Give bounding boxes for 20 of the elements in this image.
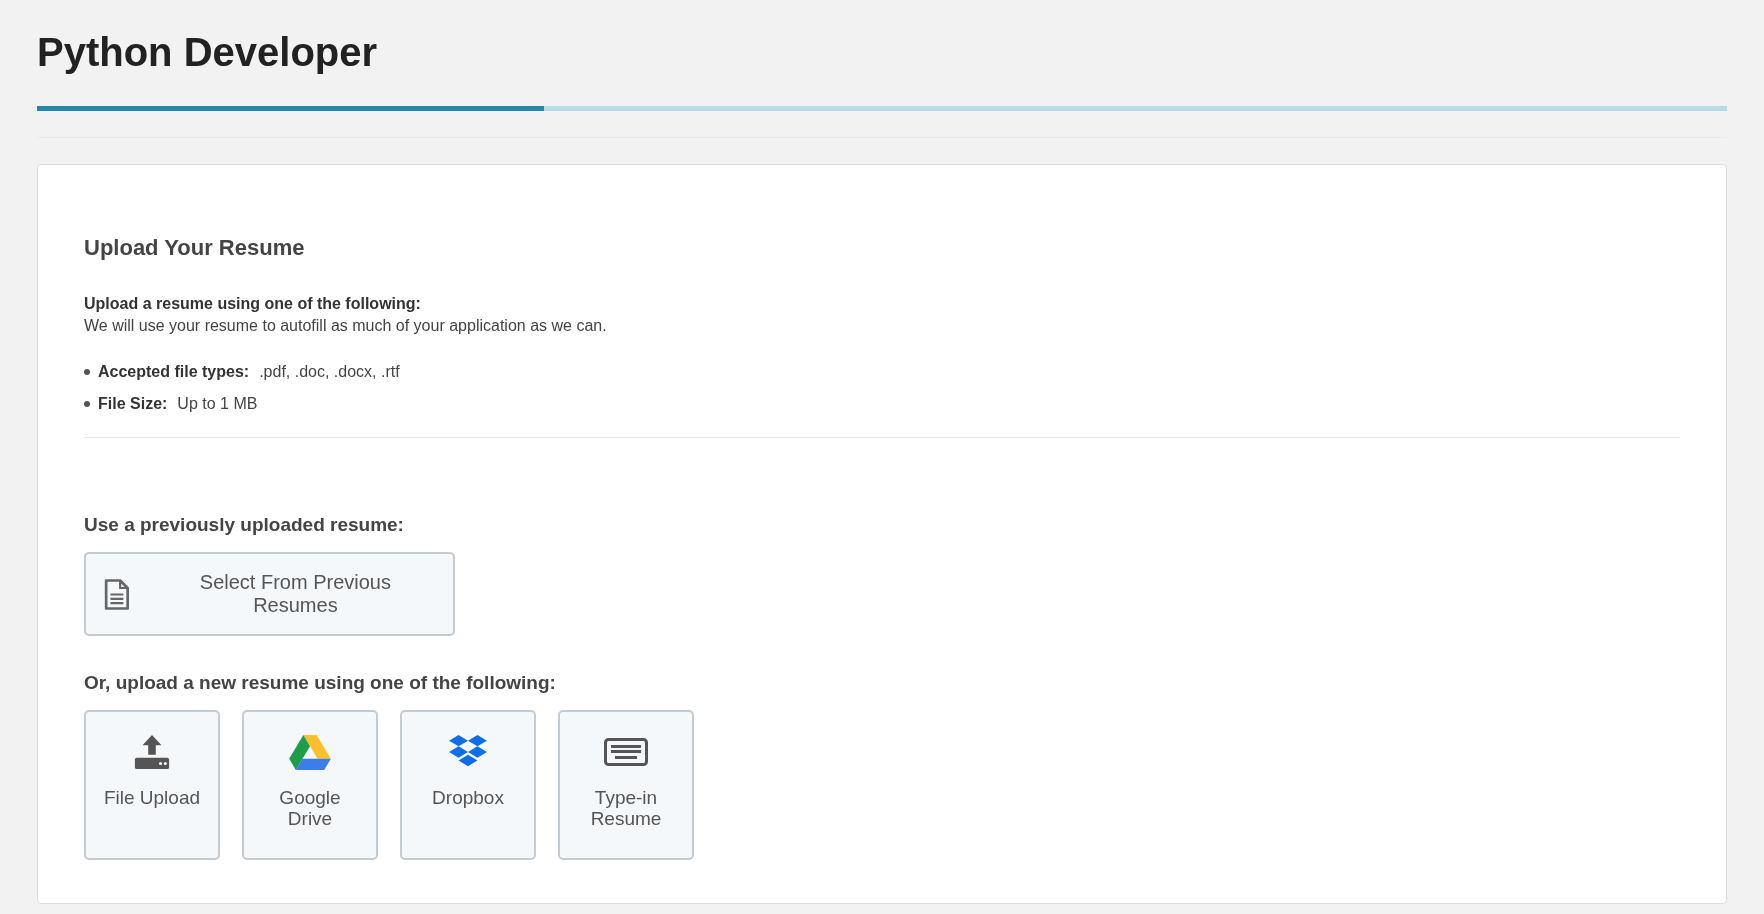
section-label: Or, upload a new resume using one of the following:	[84, 672, 557, 694]
bullet-icon	[84, 369, 90, 375]
upload-option-button[interactable]: Type-in Resume	[558, 710, 694, 860]
intro-title: Upload a resume using one of the following:	[84, 295, 422, 313]
section-heading: Upload Your Resume	[84, 235, 306, 261]
upload-option-button[interactable]: Google Drive	[242, 710, 378, 860]
requirement-value: Up to 1 MB	[177, 395, 258, 413]
select-previous-button[interactable]: Select From Previous Resumes	[84, 552, 455, 636]
upload-option-button[interactable]: Dropbox	[400, 710, 536, 860]
drive-icon	[289, 734, 331, 770]
requirement-label: Accepted file types:	[98, 363, 250, 381]
page-title: Python Developer	[37, 30, 379, 76]
document-icon	[104, 577, 130, 611]
intro-text: We will use your resume to autofill as much of your application as we can.	[84, 317, 608, 335]
bullet-icon	[84, 401, 90, 407]
upload-icon	[133, 734, 171, 770]
section-label: Use a previously uploaded resume:	[84, 514, 405, 536]
requirement-label: File Size:	[98, 395, 168, 413]
requirement-value: .pdf, .doc, .docx, .rtf	[259, 363, 400, 381]
upload-option-button[interactable]: File Upload	[84, 710, 220, 860]
